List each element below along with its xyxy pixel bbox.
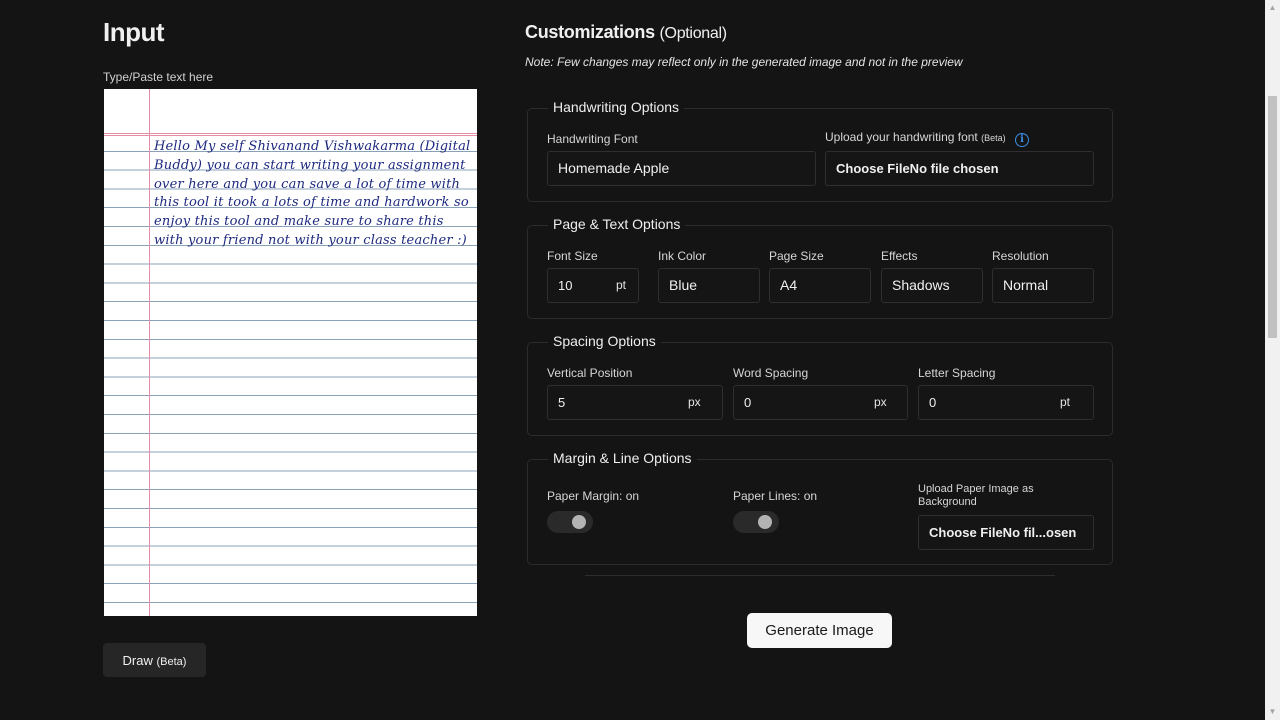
spacing-options-legend: Spacing Options [548, 333, 661, 349]
effects-select[interactable]: Shadows [881, 268, 983, 303]
toggle-knob [758, 515, 772, 529]
word-spacing-label: Word Spacing [733, 366, 809, 380]
page-text-options-legend: Page & Text Options [548, 216, 686, 232]
handwriting-font-select[interactable]: Homemade Apple [547, 151, 816, 186]
customizations-heading: Customizations (Optional) [525, 22, 728, 42]
page-size-select[interactable]: A4 [769, 268, 871, 303]
draw-button[interactable]: Draw (Beta) [103, 643, 206, 677]
font-size-unit: pt [616, 278, 627, 292]
upload-font-label: Upload your handwriting font (Beta) i [825, 130, 1029, 147]
vertical-position-unit: px [688, 395, 701, 409]
optional-label: (Optional) [659, 25, 728, 42]
handwriting-options-legend: Handwriting Options [548, 99, 685, 115]
toggle-knob [572, 515, 586, 529]
font-size-label: Font Size [547, 249, 598, 263]
page-size-label: Page Size [769, 249, 824, 263]
scroll-down-icon[interactable]: ▼ [1265, 704, 1280, 720]
margin-line-options-legend: Margin & Line Options [548, 450, 697, 466]
upload-paper-label: Upload Paper Image as Background [918, 483, 1034, 508]
paper-text[interactable]: Hello My self Shivanand Vishwakarma (Dig… [154, 138, 474, 251]
info-icon[interactable]: i [1014, 133, 1029, 147]
letter-spacing-unit: pt [1060, 395, 1071, 409]
upload-font-file-input[interactable]: Choose FileNo file chosen [825, 151, 1094, 186]
font-size-input[interactable]: 10 pt [547, 268, 639, 303]
word-spacing-unit: px [874, 395, 887, 409]
letter-spacing-input[interactable]: 0 pt [918, 385, 1094, 420]
vertical-position-label: Vertical Position [547, 366, 633, 380]
paper-lines-toggle[interactable] [733, 511, 779, 533]
resolution-label: Resolution [992, 249, 1049, 263]
letter-spacing-label: Letter Spacing [918, 366, 996, 380]
vertical-position-input[interactable]: 5 px [547, 385, 723, 420]
page-text-options-section: Page & Text Options Font Size 10 pt Ink … [527, 216, 1113, 319]
ink-color-select[interactable]: Blue [658, 268, 760, 303]
preview-note: Note: Few changes may reflect only in th… [525, 55, 963, 69]
input-heading: Input [103, 17, 165, 47]
handwriting-paper-preview[interactable]: Hello My self Shivanand Vishwakarma (Dig… [104, 89, 477, 616]
ink-color-label: Ink Color [658, 249, 707, 263]
paper-top-margin-line [104, 133, 477, 134]
handwriting-font-label: Handwriting Font [547, 132, 638, 146]
spacing-options-section: Spacing Options Vertical Position 5 px W… [527, 333, 1113, 436]
draw-beta-badge: (Beta) [156, 655, 187, 668]
paper-margin-label: Paper Margin: on [547, 489, 640, 503]
upload-font-beta-badge: (Beta) [981, 133, 1006, 143]
paper-left-margin-line [149, 89, 150, 616]
section-divider [585, 575, 1055, 576]
page-scrollbar[interactable]: ▲ ▼ [1265, 0, 1280, 720]
text-input-label: Type/Paste text here [103, 70, 214, 84]
paper-lines-label: Paper Lines: on [733, 489, 818, 503]
margin-line-options-section: Margin & Line Options Paper Margin: on P… [527, 450, 1113, 565]
scrollbar-thumb[interactable] [1268, 96, 1277, 338]
generate-image-button[interactable]: Generate Image [747, 613, 892, 648]
word-spacing-input[interactable]: 0 px [733, 385, 908, 420]
handwriting-options-section: Handwriting Options Handwriting Font Hom… [527, 99, 1113, 202]
effects-label: Effects [881, 249, 918, 263]
draw-button-label: Draw [122, 652, 153, 668]
resolution-select[interactable]: Normal [992, 268, 1094, 303]
scroll-up-icon[interactable]: ▲ [1265, 0, 1280, 16]
upload-paper-file-input[interactable]: Choose FileNo fil...osen [918, 515, 1094, 550]
paper-margin-toggle[interactable] [547, 511, 593, 533]
